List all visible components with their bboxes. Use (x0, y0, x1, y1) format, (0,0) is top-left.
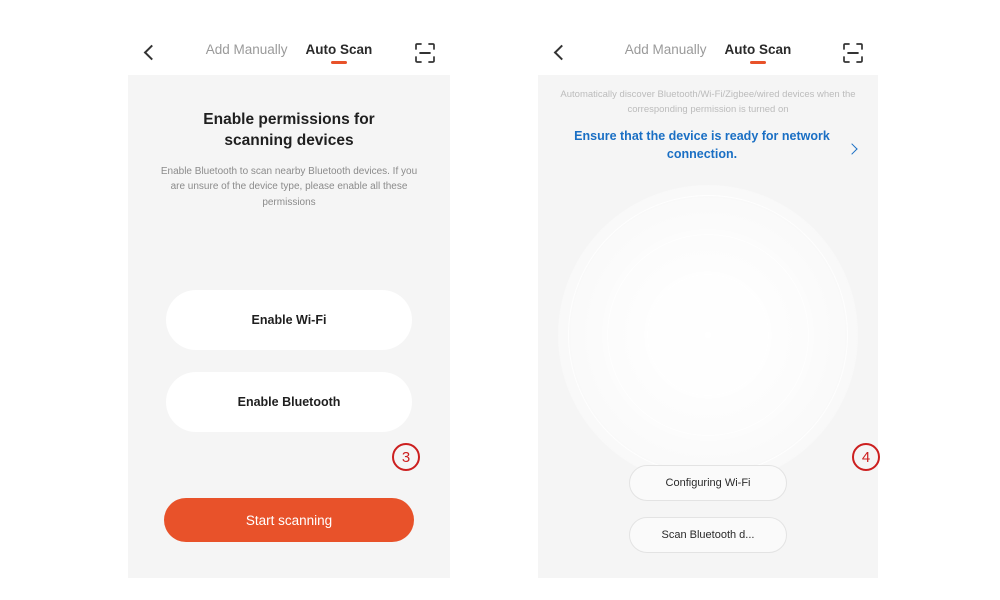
panel2-body: Automatically discover Bluetooth/Wi-Fi/Z… (538, 75, 878, 578)
tab-add-manually[interactable]: Add Manually (625, 42, 707, 64)
device-ready-link-label: Ensure that the device is ready for netw… (574, 129, 830, 161)
scan-bluetooth-devices-button[interactable]: Scan Bluetooth d... (629, 517, 787, 553)
configuring-wifi-button[interactable]: Configuring Wi-Fi (629, 465, 787, 501)
screenshot-stage: Add Manually Auto Scan Enable permission… (0, 0, 1000, 600)
panel2-header: Add Manually Auto Scan (538, 30, 878, 75)
page-title: Enable permissions for scanning devices (203, 111, 375, 149)
step-marker-3: 3 (392, 443, 420, 471)
tab-auto-scan[interactable]: Auto Scan (725, 42, 792, 64)
panel1-tab-bar: Add Manually Auto Scan (128, 42, 450, 64)
scan-frame-icon[interactable] (842, 42, 864, 64)
radar-pulse-graphic (558, 185, 858, 485)
panel1-header: Add Manually Auto Scan (128, 30, 450, 75)
phone-panel-permissions: Add Manually Auto Scan Enable permission… (128, 30, 450, 578)
panel1-body: Enable permissions for scanning devices … (128, 75, 450, 578)
step-marker-4: 4 (852, 443, 880, 471)
tab-add-manually[interactable]: Add Manually (206, 42, 288, 64)
enable-wifi-button[interactable]: Enable Wi-Fi (166, 290, 412, 350)
page-description: Enable Bluetooth to scan nearby Bluetoot… (160, 165, 418, 208)
phone-panel-scanning: Add Manually Auto Scan Automatically dis… (538, 30, 878, 578)
start-scanning-button[interactable]: Start scanning (164, 498, 414, 542)
permission-button-group: Enable Wi-Fi Enable Bluetooth (166, 290, 412, 454)
scan-action-button-group: Configuring Wi-Fi Scan Bluetooth d... (629, 465, 787, 553)
panel2-tab-bar: Add Manually Auto Scan (538, 42, 878, 64)
radar-center-dot (704, 331, 712, 339)
scan-frame-icon[interactable] (414, 42, 436, 64)
chevron-right-icon (846, 143, 858, 156)
tab-auto-scan[interactable]: Auto Scan (306, 42, 373, 64)
enable-bluetooth-button[interactable]: Enable Bluetooth (166, 372, 412, 432)
device-ready-link[interactable]: Ensure that the device is ready for netw… (538, 117, 878, 163)
scan-description: Automatically discover Bluetooth/Wi-Fi/Z… (560, 89, 856, 116)
